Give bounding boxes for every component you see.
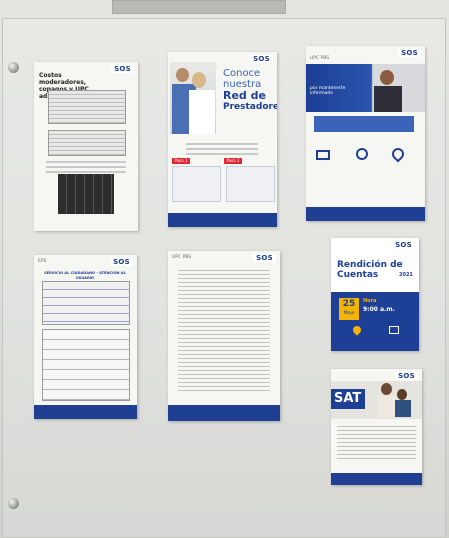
cost-table xyxy=(48,130,126,156)
poster-footer xyxy=(306,207,425,221)
poster-label: UPC PBS xyxy=(172,255,192,260)
poster-footer xyxy=(34,405,137,419)
step-1-tab: Paso 1 xyxy=(172,158,190,164)
band-text: por mantenerte informado xyxy=(310,86,346,96)
step-1-screenshot xyxy=(172,166,221,202)
poster-rendicion-cuentas: SOS Rendición de Cuentas 2021 25 Mayo Ho… xyxy=(331,238,419,351)
location-icon xyxy=(351,324,363,336)
sos-logo: SOS xyxy=(111,65,134,73)
step-2-tab: Paso 2 xyxy=(224,158,242,164)
sos-logo: SOS xyxy=(110,258,133,266)
top-mounting-strip xyxy=(112,0,286,14)
cost-table xyxy=(48,90,126,124)
form-grid xyxy=(42,329,130,401)
rates-table xyxy=(58,174,114,214)
poster-text-document: SOS UPC PBS xyxy=(168,251,280,421)
document-text xyxy=(178,267,270,393)
step-2-screenshot xyxy=(226,166,275,202)
time-value: 9:00 a.m. xyxy=(363,306,395,313)
event-details-band: 25 Mayo Hora 9:00 a.m. xyxy=(331,292,419,351)
sos-logo: SOS xyxy=(395,372,418,380)
date-day: 25 xyxy=(342,299,356,309)
phone-icon xyxy=(356,148,368,160)
poster-footer xyxy=(168,405,280,421)
staff-photo xyxy=(170,62,216,134)
sat-text xyxy=(337,423,416,459)
poster-red-de-prestadores: SOS Conoce nuestra Red de Prestadores Pa… xyxy=(168,52,277,227)
sos-logo: SOS xyxy=(253,254,276,262)
poster-footer xyxy=(168,213,277,227)
poster-footer xyxy=(331,473,422,485)
poster-label: EPS xyxy=(38,259,47,264)
year-label: 2021 xyxy=(399,272,413,278)
sos-logo: SOS xyxy=(250,55,273,63)
heading-prestadores: Prestadores xyxy=(223,102,277,112)
poster-canales-atencion: SOS UPC PBS por mantenerte informado xyxy=(306,46,425,221)
screen-icon xyxy=(389,326,399,334)
poster-servicio-ciudadano: SOS EPS SERVICIO AL CIUDADANO - ATENCIÓN… xyxy=(34,255,137,419)
poster-sat: SOS SAT xyxy=(331,369,422,485)
mounting-screw xyxy=(8,498,19,509)
time-label: Hora xyxy=(363,298,377,304)
family-photo: SAT xyxy=(331,381,422,419)
heading-red-de: Red de xyxy=(223,89,266,102)
date-month: Mayo xyxy=(343,310,355,315)
computer-icon xyxy=(316,150,330,160)
form-grid xyxy=(42,281,130,325)
channels-banner xyxy=(314,116,414,132)
sos-logo: SOS xyxy=(392,241,415,249)
intro-text xyxy=(186,140,258,158)
header-photo-band: por mantenerte informado xyxy=(306,64,425,112)
mounting-screw xyxy=(8,62,19,73)
date-box: 25 Mayo xyxy=(339,298,359,320)
location-icon xyxy=(389,145,407,163)
heading-conoce: Conoce xyxy=(223,68,261,79)
poster-costos-moderadores: SOS Costos moderadores, copagos y UPC ad… xyxy=(34,62,138,231)
sat-heading: SAT xyxy=(331,389,365,409)
poster-label: UPC PBS xyxy=(310,56,330,61)
form-title: SERVICIO AL CIUDADANO - ATENCIÓN AL USUA… xyxy=(44,271,126,280)
sos-logo: SOS xyxy=(398,49,421,57)
